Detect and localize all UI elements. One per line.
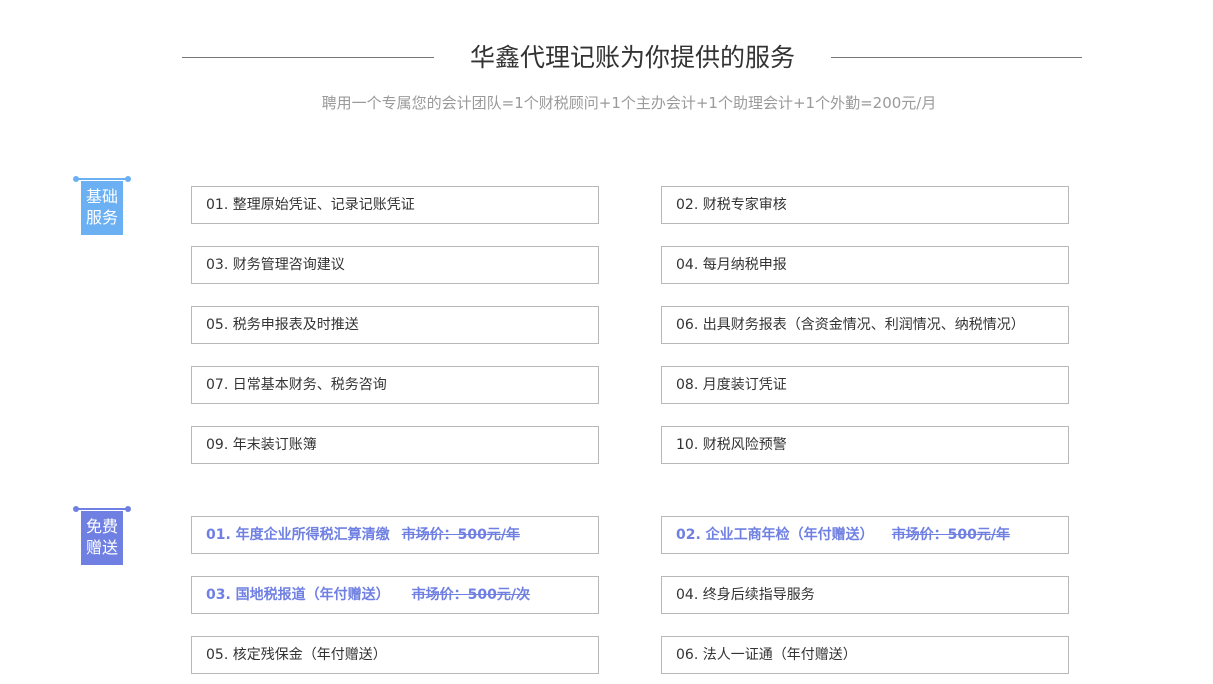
tag-banner: 免费 赠送 xyxy=(81,511,123,565)
free-gift-label: 03. 国地税报道（年付赠送） xyxy=(206,587,390,603)
title-divider-left xyxy=(182,57,434,58)
tag-text-line2: 服务 xyxy=(85,208,118,227)
free-gift-label: 02. 企业工商年检（年付赠送） xyxy=(676,527,874,543)
market-price: 市场价：500元/次 xyxy=(411,587,531,603)
title-divider-right xyxy=(831,57,1082,58)
basic-service-item-06[interactable]: 06. 出具财务报表（含资金情况、利润情况、纳税情况） xyxy=(661,306,1069,344)
basic-service-item-08[interactable]: 08. 月度装订凭证 xyxy=(661,366,1069,404)
page-title: 华鑫代理记账为你提供的服务 xyxy=(469,43,795,72)
basic-service-item-10[interactable]: 10. 财税风险预警 xyxy=(661,426,1069,464)
free-gift-item-06[interactable]: 06. 法人一证通（年付赠送） xyxy=(661,636,1069,674)
free-gift-label: 04. 终身后续指导服务 xyxy=(676,587,815,603)
free-gift-item-05[interactable]: 05. 核定残保金（年付赠送） xyxy=(191,636,599,674)
tag-text-line1: 免费 xyxy=(85,517,118,536)
basic-service-item-02[interactable]: 02. 财税专家审核 xyxy=(661,186,1069,224)
tag-banner: 基础 服务 xyxy=(81,181,123,235)
basic-service-item-04[interactable]: 04. 每月纳税申报 xyxy=(661,246,1069,284)
free-gift-label: 06. 法人一证通（年付赠送） xyxy=(676,647,857,663)
free-gift-item-03[interactable]: 03. 国地税报道（年付赠送） 市场价：500元/次 xyxy=(191,576,599,614)
free-gift-item-01[interactable]: 01. 年度企业所得税汇算清缴 市场价：500元/年 xyxy=(191,516,599,554)
title-wrap: 华鑫代理记账为你提供的服务 xyxy=(182,36,1082,80)
tag-text-line1: 基础 xyxy=(85,187,118,206)
basic-service-item-09[interactable]: 09. 年末装订账簿 xyxy=(191,426,599,464)
basic-service-item-01[interactable]: 01. 整理原始凭证、记录记账凭证 xyxy=(191,186,599,224)
basic-service-item-03[interactable]: 03. 财务管理咨询建议 xyxy=(191,246,599,284)
basic-service-item-07[interactable]: 07. 日常基本财务、税务咨询 xyxy=(191,366,599,404)
market-price: 市场价：500元/年 xyxy=(401,527,521,543)
free-gift-item-02[interactable]: 02. 企业工商年检（年付赠送） 市场价：500元/年 xyxy=(661,516,1069,554)
tag-text-line2: 赠送 xyxy=(85,538,118,557)
free-gift-label: 01. 年度企业所得税汇算清缴 xyxy=(206,527,390,543)
basic-service-item-05[interactable]: 05. 税务申报表及时推送 xyxy=(191,306,599,344)
page-subtitle: 聘用一个专属您的会计团队=1个财税顾问+1个主办会计+1个助理会计+1个外勤=2… xyxy=(321,94,937,112)
market-price: 市场价：500元/年 xyxy=(891,527,1011,543)
free-gift-item-04[interactable]: 04. 终身后续指导服务 xyxy=(661,576,1069,614)
free-gift-label: 05. 核定残保金（年付赠送） xyxy=(206,647,387,663)
